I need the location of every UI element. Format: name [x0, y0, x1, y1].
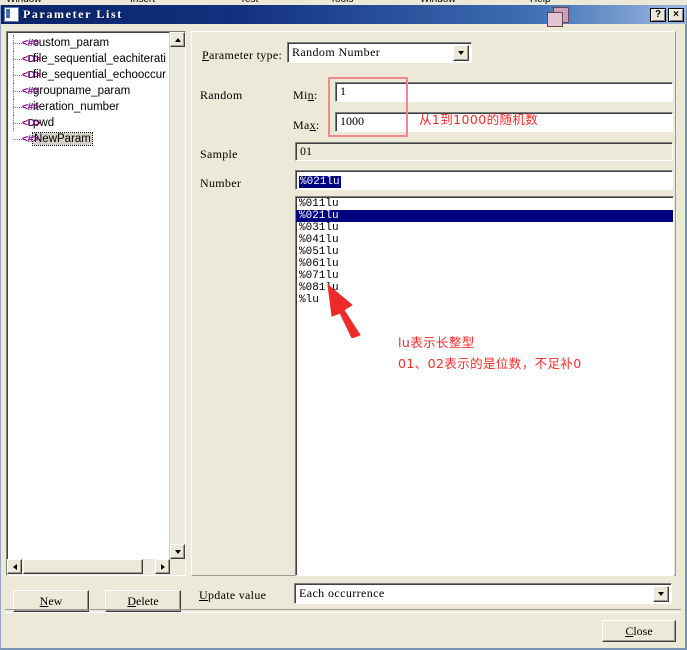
parameter-type-value: Random Number	[292, 45, 381, 59]
number-input[interactable]: %021lu	[295, 170, 673, 190]
tree-item-pwd[interactable]: <D> pwd	[9, 115, 169, 131]
annotation-range-note: 从1到1000的随机数	[419, 112, 539, 127]
tree-item-newparam[interactable]: <#> NewParam	[9, 131, 169, 147]
sample-label: Sample	[200, 147, 238, 161]
tree-item-label: custom_param	[33, 37, 110, 49]
window-title: Parameter List	[23, 7, 123, 21]
chevron-right-icon	[160, 563, 165, 570]
scrollbar-corner	[170, 559, 185, 575]
copy-windows-icon	[545, 6, 571, 28]
parameter-type-select[interactable]: Random Number	[287, 42, 472, 63]
sample-value-field: 01	[295, 142, 673, 161]
parameter-tree[interactable]: <#> custom_param <D> file_sequential_eac…	[9, 35, 169, 557]
chevron-down-icon[interactable]	[453, 45, 469, 61]
close-window-button[interactable]: ×	[668, 7, 684, 22]
tree-horizontal-scroll-thumb[interactable]	[23, 559, 143, 574]
number-value: %021lu	[299, 176, 341, 188]
parameter-list-window: Parameter List ? × <#> custom_param <D> …	[0, 5, 687, 650]
parameter-type-label: Parameter type:	[202, 48, 283, 62]
tree-item-type-tag: <D>	[22, 117, 41, 129]
close-button[interactable]: Close	[602, 620, 676, 642]
min-input[interactable]: 1	[335, 82, 673, 102]
chevron-up-icon	[174, 37, 181, 42]
delete-button-label: elete	[136, 594, 159, 608]
new-button-label: ew	[48, 594, 63, 608]
sample-value: 01	[300, 144, 312, 158]
tree-item-type-tag: <D>	[22, 53, 41, 65]
list-item[interactable]: %051lu	[296, 246, 673, 258]
list-item[interactable]: %041lu	[296, 234, 673, 246]
chevron-down-icon[interactable]	[653, 586, 669, 602]
tree-item-label: iteration_number	[33, 101, 120, 113]
list-item[interactable]: %031lu	[296, 222, 673, 234]
update-value-label: Update value	[199, 588, 267, 602]
tree-item-type-tag: <#>	[22, 37, 39, 49]
list-item[interactable]: %lu	[296, 294, 673, 306]
tree-item-type-tag: <#>	[22, 133, 39, 145]
list-item[interactable]: %081lu	[296, 282, 673, 294]
list-item[interactable]: %011lu	[296, 198, 673, 210]
scroll-up-button[interactable]	[170, 32, 185, 47]
scroll-left-button[interactable]	[7, 559, 22, 574]
tree-item-iteration-number[interactable]: <#> iteration_number	[9, 99, 169, 115]
tree-item-type-tag: <#>	[22, 101, 39, 113]
tree-item-label: NewParam	[32, 132, 93, 146]
tree-item-groupname-param[interactable]: <#> groupname_param	[9, 83, 169, 99]
list-item[interactable]: %061lu	[296, 258, 673, 270]
tree-horizontal-scrollbar[interactable]	[7, 559, 170, 575]
number-label: Number	[200, 176, 242, 190]
scroll-right-button[interactable]	[155, 559, 170, 574]
chevron-left-icon	[12, 563, 17, 570]
tree-vertical-scroll-track[interactable]	[170, 48, 185, 543]
max-label: Max:	[293, 118, 320, 132]
title-bar[interactable]: Parameter List ? ×	[1, 5, 686, 24]
list-item[interactable]: %071lu	[296, 270, 673, 282]
tree-item-label: groupname_param	[33, 85, 131, 97]
update-value-select[interactable]: Each occurrence	[294, 583, 672, 604]
help-button[interactable]: ?	[650, 7, 666, 22]
min-value: 1	[340, 84, 346, 98]
parameter-tree-panel[interactable]: <#> custom_param <D> file_sequential_eac…	[6, 31, 186, 576]
tree-item-label: file_sequential_echooccur	[33, 69, 166, 81]
close-button-label: lose	[633, 624, 653, 638]
chevron-down-icon	[174, 549, 181, 554]
update-value-value: Each occurrence	[299, 586, 385, 600]
tree-item-type-tag: <#>	[22, 85, 39, 97]
tree-item-custom-param[interactable]: <#> custom_param	[9, 35, 169, 51]
annotation-format-note-line2: 01、02表示的是位数，不足补0	[398, 356, 582, 371]
min-label: Min:	[293, 88, 318, 102]
list-item[interactable]: %021lu	[296, 210, 673, 222]
tree-item-label: file_sequential_eachiterati	[33, 53, 166, 65]
annotation-format-note-line1: lu表示长整型	[398, 335, 475, 350]
delete-button-accel: D	[127, 594, 136, 608]
random-group-label: Random	[200, 88, 243, 102]
divider	[5, 609, 681, 613]
tree-vertical-scrollbar[interactable]	[169, 32, 185, 559]
tree-item-type-tag: <D>	[22, 69, 41, 81]
scroll-down-button[interactable]	[170, 544, 185, 559]
max-value: 1000	[340, 114, 364, 128]
tree-item-file-sequential-echooccur[interactable]: <D> file_sequential_echooccur	[9, 67, 169, 83]
update-value-row: Update value Each occurrence	[191, 583, 676, 607]
format-listbox[interactable]: %011lu %021lu %031lu %041lu %051lu %061l…	[295, 196, 674, 576]
document-icon	[4, 7, 19, 22]
tree-item-file-sequential-eachiteration[interactable]: <D> file_sequential_eachiterati	[9, 51, 169, 67]
